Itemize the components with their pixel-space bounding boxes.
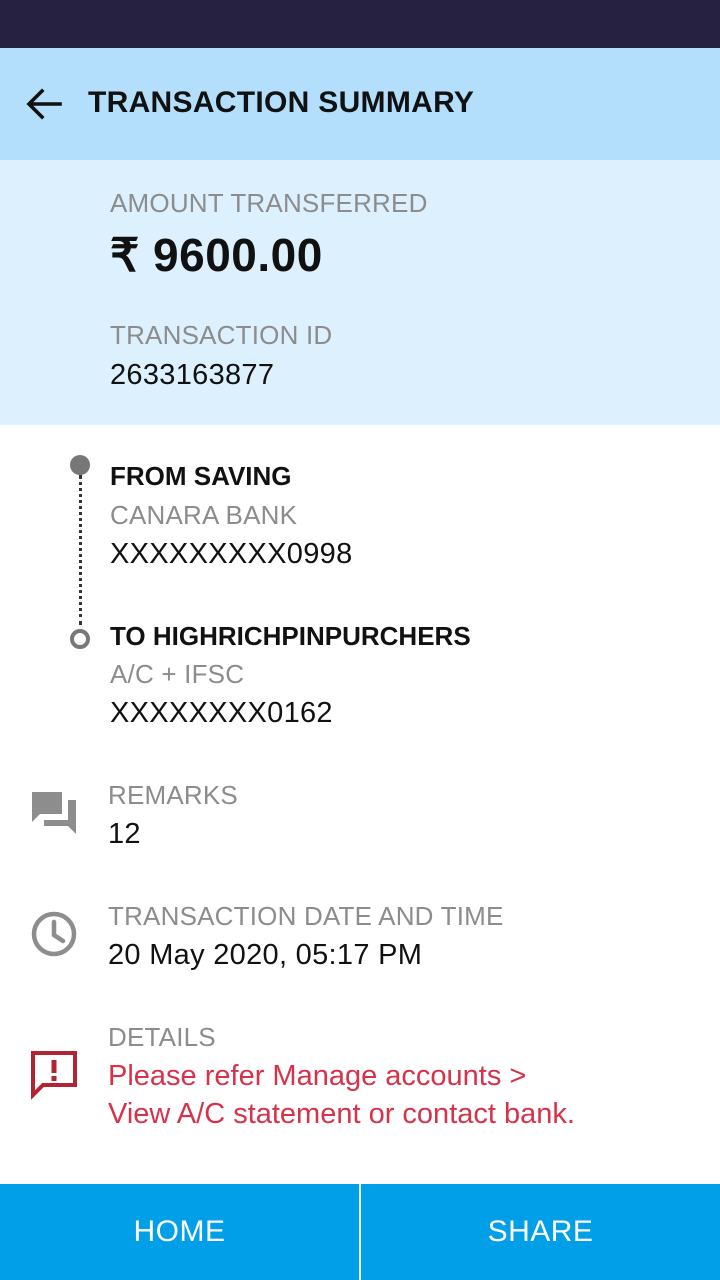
back-button[interactable] xyxy=(22,84,66,124)
chat-icon xyxy=(26,784,82,840)
transaction-id-value: 2633163877 xyxy=(110,359,275,391)
transaction-id-label: TRANSACTION ID xyxy=(110,320,333,350)
to-heading: TO HIGHRICHPINPURCHERS xyxy=(110,621,471,651)
remarks-value: 12 xyxy=(108,818,141,850)
amount-label: AMOUNT TRANSFERRED xyxy=(110,188,428,218)
from-heading: FROM SAVING xyxy=(110,461,292,491)
clock-icon xyxy=(26,906,82,962)
home-button[interactable]: HOME xyxy=(0,1184,359,1280)
from-bank: CANARA BANK xyxy=(110,500,298,530)
back-arrow-icon xyxy=(26,88,62,120)
summary-panel: AMOUNT TRANSFERRED ₹ 9600.00 TRANSACTION… xyxy=(0,160,720,425)
share-button[interactable]: SHARE xyxy=(361,1184,720,1280)
bottom-action-bar: HOME SHARE xyxy=(0,1184,720,1280)
timeline-line xyxy=(79,475,82,625)
from-timeline-dot xyxy=(70,455,90,475)
app-bar: TRANSACTION SUMMARY xyxy=(0,48,720,160)
to-timeline-dot xyxy=(70,629,90,649)
datetime-value: 20 May 2020, 05:17 PM xyxy=(108,939,423,971)
to-account: XXXXXXXX0162 xyxy=(110,697,333,729)
details-label: DETAILS xyxy=(108,1022,216,1052)
amount-value: ₹ 9600.00 xyxy=(110,229,323,281)
status-bar xyxy=(0,0,720,48)
from-account: XXXXXXXXX0998 xyxy=(110,538,353,570)
datetime-label: TRANSACTION DATE AND TIME xyxy=(108,901,504,931)
details-value: Please refer Manage accounts > View A/C … xyxy=(108,1060,575,1130)
page-title: TRANSACTION SUMMARY xyxy=(88,86,475,119)
remarks-label: REMARKS xyxy=(108,780,238,810)
alert-message-icon xyxy=(26,1046,82,1102)
to-type: A/C + IFSC xyxy=(110,659,245,689)
